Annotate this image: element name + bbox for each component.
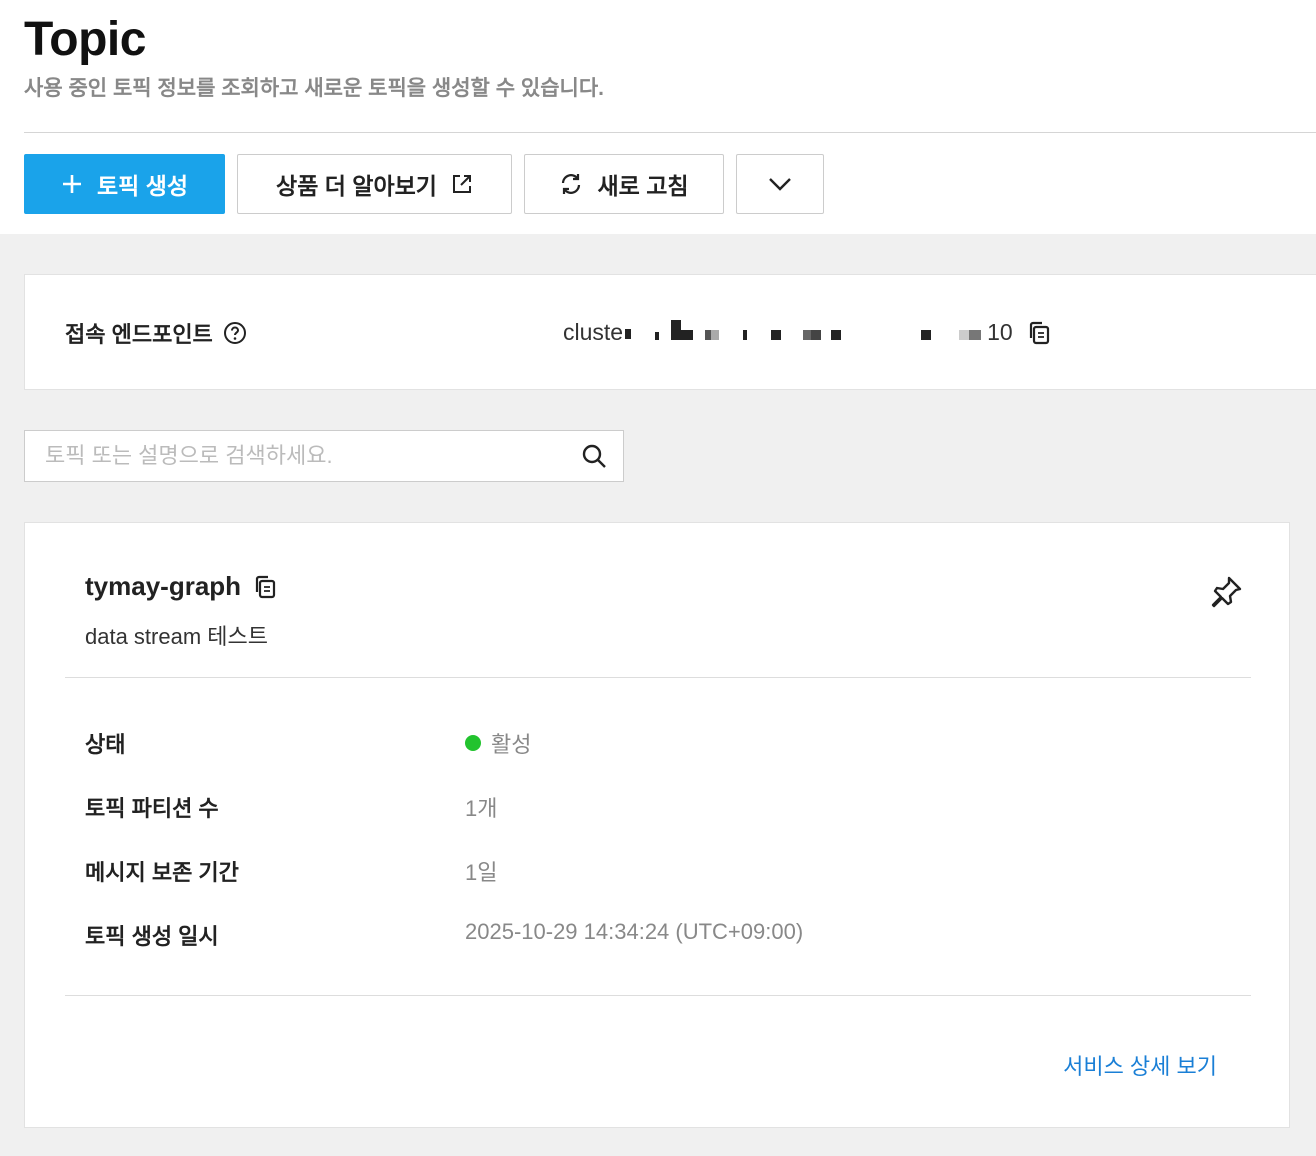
redacted-region (625, 319, 985, 346)
search-input[interactable] (45, 441, 565, 471)
retention-value: 1일 (465, 860, 498, 885)
status-text: 활성 (491, 732, 532, 757)
partition-value: 1개 (465, 796, 498, 821)
header-divider (24, 132, 1316, 133)
status-value: 활성 (465, 727, 531, 759)
refresh-button[interactable]: 새로 고침 (524, 154, 724, 214)
status-dot (465, 735, 481, 751)
toolbar: 토픽 생성 상품 더 알아보기 새로 고침 (24, 154, 824, 214)
copy-icon[interactable] (253, 575, 277, 599)
status-key: 상태 (85, 732, 126, 757)
search-icon[interactable] (581, 443, 607, 469)
page-subtitle: 사용 중인 토픽 정보를 조회하고 새로운 토픽을 생성할 수 있습니다. (24, 77, 604, 100)
more-dropdown-button[interactable] (736, 154, 824, 214)
copy-icon[interactable] (1027, 321, 1051, 345)
topic-name-group: tymay-graph (85, 571, 277, 602)
endpoint-label: 접속 엔드포인트 (65, 322, 213, 347)
learn-more-label: 상품 더 알아보기 (276, 173, 437, 199)
learn-more-button[interactable]: 상품 더 알아보기 (237, 154, 512, 214)
created-key: 토픽 생성 일시 (85, 924, 219, 949)
created-value: 2025-10-29 14:34:24 (UTC+09:00) (465, 919, 804, 944)
service-detail-link[interactable]: 서비스 상세 보기 (1063, 1049, 1217, 1081)
topic-description: data stream 테스트 (85, 624, 268, 649)
endpoint-value-suffix: 10 (987, 319, 1013, 345)
create-topic-button[interactable]: 토픽 생성 (24, 154, 225, 214)
plus-icon (62, 175, 81, 193)
page-header: Topic 사용 중인 토픽 정보를 조회하고 새로운 토픽을 생성할 수 있습… (0, 0, 1316, 234)
topic-card: tymay-graph data stream 테스트 상태 활성 토픽 파티션… (24, 522, 1290, 1128)
card-divider (65, 995, 1251, 996)
endpoint-value: cluste 10 (563, 319, 1051, 346)
partition-key: 토픽 파티션 수 (85, 796, 219, 821)
endpoint-card: 접속 엔드포인트 cluste 10 (24, 274, 1316, 390)
endpoint-value-prefix: cluste (563, 319, 624, 345)
create-topic-label: 토픽 생성 (96, 173, 189, 199)
chevron-down-icon (769, 178, 791, 191)
retention-key: 메시지 보존 기간 (85, 860, 239, 885)
topic-name: tymay-graph (85, 571, 242, 601)
refresh-label: 새로 고침 (597, 173, 689, 199)
endpoint-label-group: 접속 엔드포인트 (65, 317, 247, 349)
card-divider (65, 677, 1251, 678)
help-icon[interactable] (223, 321, 247, 345)
search-box (24, 430, 624, 482)
page-title: Topic (24, 13, 146, 66)
pin-icon[interactable] (1209, 575, 1243, 609)
refresh-icon (562, 174, 581, 194)
external-link-icon (452, 175, 471, 193)
